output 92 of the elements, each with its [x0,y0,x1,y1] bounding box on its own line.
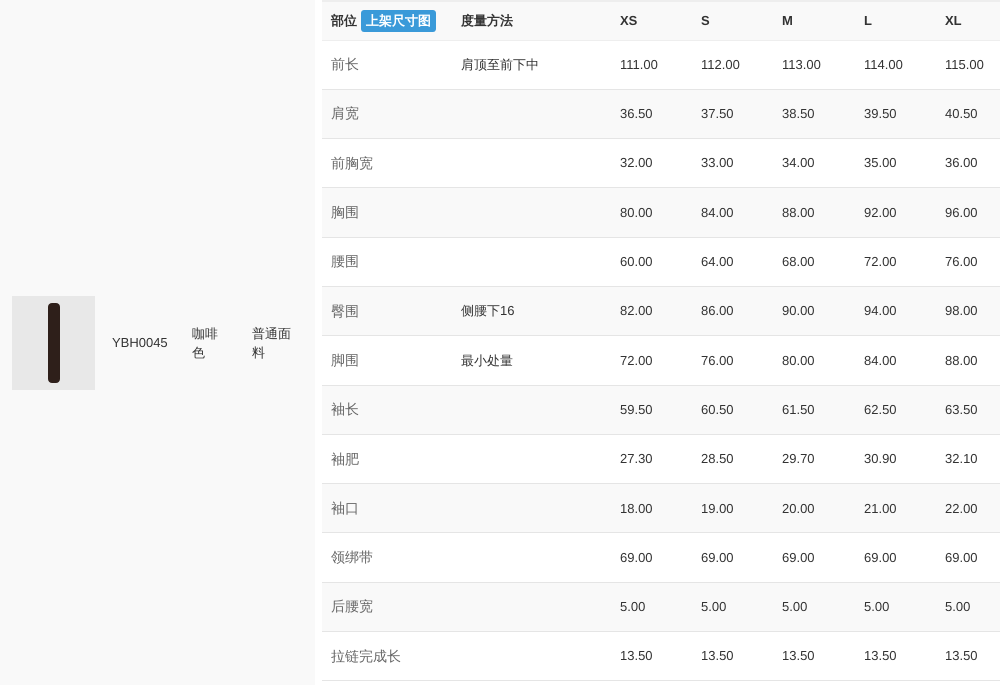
column-header: 部位 [331,12,357,30]
table-cell: 5.00 [936,582,1000,632]
table-cell: 32.00 [611,138,692,188]
table-cell: 13.50 [773,632,855,681]
table-cell: 5.00 [855,582,936,632]
part-cell: 脚围 [322,336,452,386]
table-cell: 18.00 [611,484,692,533]
table-cell: 64.00 [692,237,773,286]
table-cell: 19.00 [692,484,773,533]
table-cell: 84.00 [692,188,773,238]
table-cell: 21.00 [855,484,936,533]
table-cell: 96.00 [936,188,1000,238]
table-cell: 13.50 [855,632,936,681]
table-cell: 29.70 [773,434,855,484]
part-cell: 前胸宽 [322,138,452,188]
table-cell: 69.00 [936,532,1000,582]
table-cell: 68.00 [773,237,855,286]
table-cell: 69.00 [611,532,692,582]
column-header: 度量方法 [461,12,513,30]
table-cell: 39.50 [855,89,936,139]
table-cell: 5.00 [692,582,773,632]
table-cell: 22.00 [936,484,1000,533]
size-chart-button[interactable]: 上架尺寸图 [361,10,436,32]
part-cell: 拉链完成长 [322,632,452,681]
column-header: M [782,12,793,30]
table-cell: 5.00 [611,582,692,632]
product-fabric: 普通面料 [252,324,292,362]
table-cell: 35.00 [855,138,936,188]
table-cell: 5.00 [773,582,855,632]
part-cell: 胸围 [322,188,452,238]
table-cell: 69.00 [692,532,773,582]
part-cell: 后腰宽 [322,582,452,632]
method-cell: 侧腰下16 [452,286,611,336]
table-cell: 62.50 [855,385,936,434]
table-cell: 37.50 [692,89,773,139]
table-cell: 92.00 [855,188,936,238]
part-cell: 袖肥 [322,434,452,484]
table-cell: 76.00 [936,237,1000,286]
table-cell: 38.50 [773,89,855,139]
table-cell: 88.00 [936,336,1000,386]
table-cell: 69.00 [855,532,936,582]
part-cell: 袖口 [322,484,452,533]
table-cell: 80.00 [611,188,692,238]
table-cell: 13.50 [611,632,692,681]
product-code: YBH0045 [112,334,169,352]
part-cell: 领绑带 [322,532,452,582]
table-cell: 20.00 [773,484,855,533]
table-cell: 60.00 [611,237,692,286]
table-cell: 36.50 [611,89,692,139]
product-color: 咖啡色 [192,324,219,362]
table-cell: 13.50 [692,632,773,681]
table-cell: 94.00 [855,286,936,336]
column-header: XL [945,12,962,30]
table-cell: 84.00 [855,336,936,386]
table-cell: 90.00 [773,286,855,336]
table-cell: 32.10 [936,434,1000,484]
column-header: XS [620,12,638,30]
part-cell: 前长 [322,40,452,90]
table-cell: 30.90 [855,434,936,484]
method-cell: 最小处量 [452,336,611,386]
table-cell: 111.00 [611,40,692,90]
table-cell: 61.50 [773,385,855,434]
method-cell: 肩顶至前下中 [452,40,611,90]
table-cell: 28.50 [692,434,773,484]
table-cell: 86.00 [692,286,773,336]
table-cell: 112.00 [692,40,773,90]
table-cell: 33.00 [692,138,773,188]
table-cell: 80.00 [773,336,855,386]
table-cell: 40.50 [936,89,1000,139]
table-cell: 114.00 [855,40,936,90]
part-cell: 腰围 [322,237,452,286]
column-header: L [864,12,872,30]
table-cell: 60.50 [692,385,773,434]
table-cell: 88.00 [773,188,855,238]
part-cell: 肩宽 [322,89,452,139]
table-cell: 72.00 [855,237,936,286]
table-cell: 27.30 [611,434,692,484]
table-cell: 76.00 [692,336,773,386]
table-cell: 113.00 [773,40,855,90]
table-cell: 59.50 [611,385,692,434]
table-cell: 82.00 [611,286,692,336]
table-cell: 69.00 [773,532,855,582]
column-header: S [701,12,710,30]
table-cell: 36.00 [936,138,1000,188]
table-cell: 63.50 [936,385,1000,434]
part-cell: 臀围 [322,286,452,336]
table-cell: 115.00 [936,40,1000,90]
table-cell: 34.00 [773,138,855,188]
table-cell: 13.50 [936,632,1000,681]
part-cell: 袖长 [322,385,452,434]
table-cell: 98.00 [936,286,1000,336]
table-cell: 72.00 [611,336,692,386]
